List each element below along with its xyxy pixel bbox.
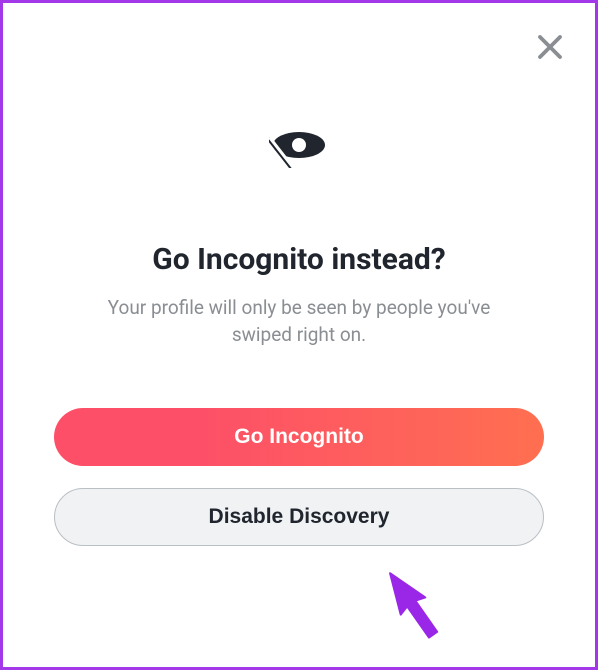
go-incognito-button[interactable]: Go Incognito — [54, 408, 544, 466]
modal-icon-container — [269, 123, 329, 172]
go-incognito-label: Go Incognito — [234, 425, 363, 449]
disable-discovery-button[interactable]: Disable Discovery — [54, 488, 544, 546]
modal-content: Go Incognito instead? Your profile will … — [3, 3, 595, 667]
close-button[interactable] — [530, 28, 570, 68]
modal-subtitle: Your profile will only be seen by people… — [79, 295, 519, 348]
eye-slash-icon — [269, 153, 329, 172]
disable-discovery-label: Disable Discovery — [209, 505, 390, 529]
modal-title: Go Incognito instead? — [152, 242, 445, 277]
modal-frame: Go Incognito instead? Your profile will … — [0, 0, 598, 670]
close-icon — [535, 32, 565, 65]
